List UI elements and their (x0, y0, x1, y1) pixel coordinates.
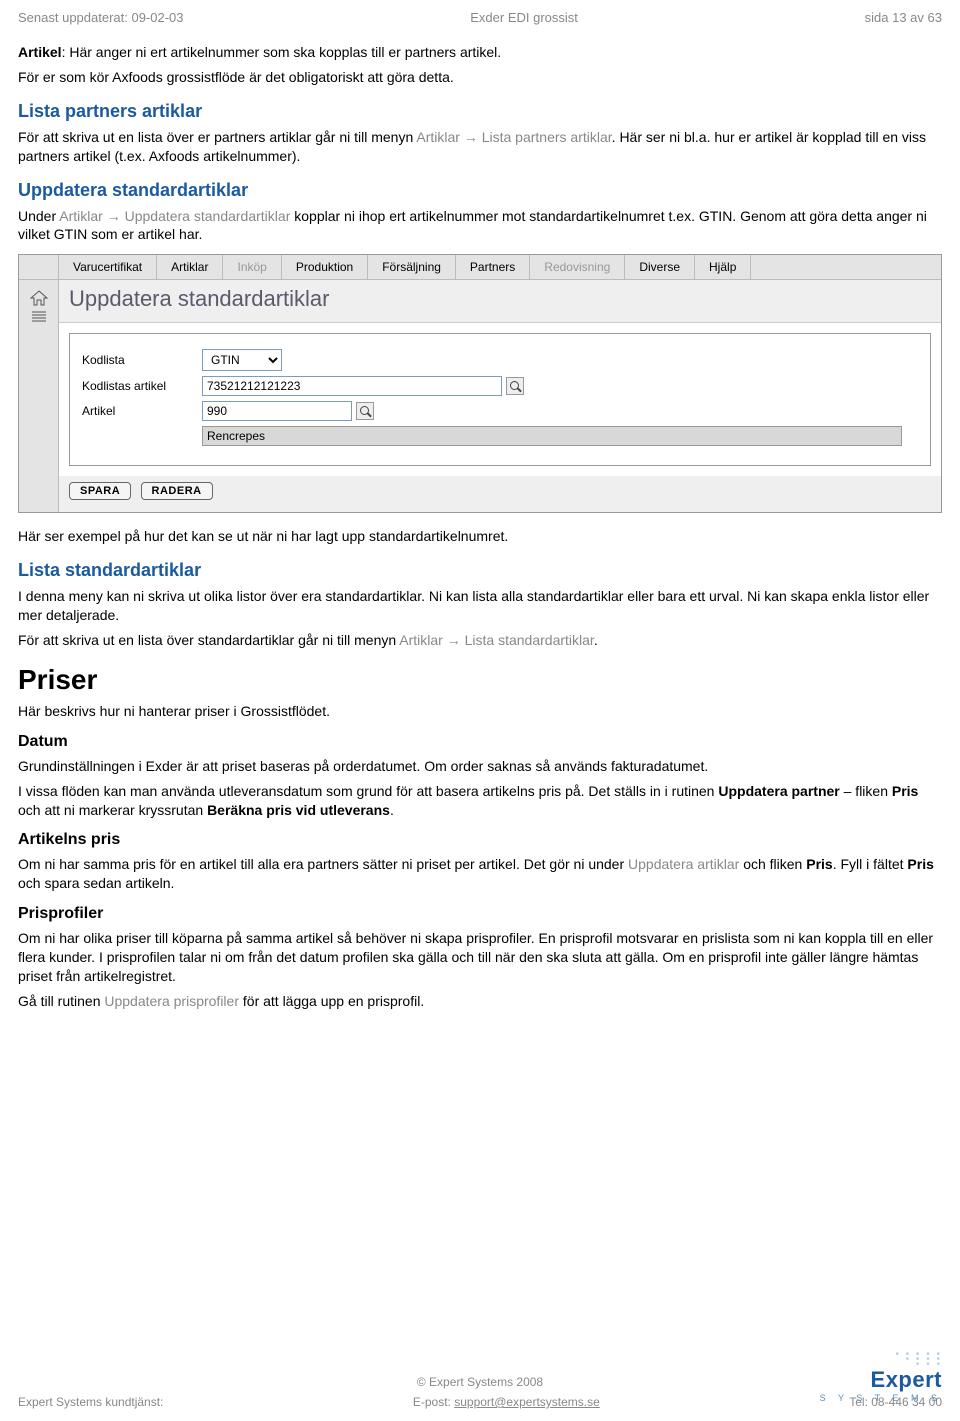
intro-artikel: Artikel: Här anger ni ert artikelnummer … (18, 43, 942, 62)
tab-produktion[interactable]: Produktion (282, 255, 368, 279)
ls-after: . (594, 632, 598, 648)
heading-priser: Priser (18, 664, 942, 696)
footer-left: Expert Systems kundtjänst: (18, 1395, 163, 1409)
pp-b: för att lägga upp en prisprofil. (239, 993, 424, 1009)
ls-menu1: Artiklar (399, 632, 443, 648)
search-icon[interactable] (356, 402, 374, 420)
search-icon[interactable] (506, 377, 524, 395)
header-updated: Senast uppdaterat: 09-02-03 (18, 10, 184, 25)
datum-p2: I vissa flöden kan man använda utleveran… (18, 782, 942, 820)
ls-menu2: Lista standardartiklar (465, 632, 594, 648)
d2a: I vissa flöden kan man använda utleveran… (18, 783, 718, 799)
label-artikel: Artikel (82, 404, 202, 418)
d2d: och att ni markerar kryssrutan (18, 802, 207, 818)
d2c: – fliken (840, 783, 892, 799)
heading-lista-std: Lista standardartiklar (18, 560, 942, 581)
label-kodlistas-artikel: Kodlistas artikel (82, 379, 202, 393)
tab-hjalp[interactable]: Hjälp (695, 255, 751, 279)
up-menu2: Uppdatera standardartiklar (125, 208, 291, 224)
input-artikel-name (202, 426, 902, 446)
intro-line2: För er som kör Axfoods grossistflöde är … (18, 68, 942, 87)
uppdatera-text: Under Artiklar → Uppdatera standardartik… (18, 207, 942, 245)
intro-artikel-text: : Här anger ni ert artikelnummer som ska… (62, 44, 502, 60)
input-artikel[interactable] (202, 401, 352, 421)
expert-logo: • • • • • • • • • • • • Expert S Y S T E… (820, 1352, 942, 1403)
artpris-p: Om ni har samma pris för en artikel till… (18, 855, 942, 893)
tab-artiklar[interactable]: Artiklar (157, 255, 223, 279)
page-footer: © Expert Systems 2008 Expert Systems kun… (18, 1375, 942, 1409)
up-menu1: Artiklar (59, 208, 103, 224)
app-sidebar (19, 280, 59, 512)
datum-p1: Grundinställningen i Exder är att priset… (18, 757, 942, 776)
heading-lista-partners: Lista partners artiklar (18, 101, 942, 122)
spara-button[interactable]: SPARA (69, 482, 131, 500)
button-bar: SPARA RADERA (59, 476, 941, 512)
menubar-spacer (19, 255, 59, 279)
footer-email-link[interactable]: support@expertsystems.se (454, 1395, 600, 1409)
logo-dots-icon: • • • • • • • • • • • • (820, 1352, 942, 1367)
prisprofiler-p1: Om ni har olika priser till köparna på s… (18, 929, 942, 986)
heading-uppdatera-std: Uppdatera standardartiklar (18, 180, 942, 201)
radera-button[interactable]: RADERA (141, 482, 213, 500)
ap-b: och fliken (739, 856, 806, 872)
page-header: Senast uppdaterat: 09-02-03 Exder EDI gr… (18, 10, 942, 25)
tab-varucertifikat[interactable]: Varucertifikat (59, 255, 157, 279)
ap-b1: Pris (806, 856, 832, 872)
ap-b2: Pris (907, 856, 933, 872)
after-img-text: Här ser exempel på hur det kan se ut när… (18, 527, 942, 546)
tab-diverse[interactable]: Diverse (625, 255, 695, 279)
lista-std-p1: I denna meny kan ni skriva ut olika list… (18, 587, 942, 625)
ap-d: och spara sedan artikeln. (18, 875, 174, 891)
pp-menu: Uppdatera prisprofiler (104, 993, 239, 1009)
label-kodlista: Kodlista (82, 353, 202, 367)
panel-title: Uppdatera standardartiklar (59, 280, 941, 323)
intro-artikel-label: Artikel (18, 44, 62, 60)
header-page: sida 13 av 63 (865, 10, 942, 25)
lp-menu2: Lista partners artiklar (482, 129, 612, 145)
app-menubar: Varucertifikat Artiklar Inköp Produktion… (19, 255, 941, 280)
logo-systems: S Y S T E M S (820, 1393, 942, 1403)
arrow-icon: → (443, 632, 465, 648)
tab-partners[interactable]: Partners (456, 255, 530, 279)
d2b3: Beräkna pris vid utleverans (207, 802, 390, 818)
ap-c: . Fyll i fältet (833, 856, 908, 872)
ls-before: För att skriva ut en lista över standard… (18, 632, 399, 648)
footer-copyright: © Expert Systems 2008 (18, 1375, 942, 1389)
list-icon[interactable] (30, 310, 48, 324)
d2b1: Uppdatera partner (718, 783, 839, 799)
up-before: Under (18, 208, 59, 224)
heading-artikelns-pris: Artikelns pris (18, 831, 942, 849)
priser-sub: Här beskrivs hur ni hanterar priser i Gr… (18, 702, 942, 721)
lp-before: För att skriva ut en lista över er partn… (18, 129, 416, 145)
heading-datum: Datum (18, 733, 942, 751)
tab-forsaljning[interactable]: Försäljning (368, 255, 456, 279)
tab-inkop: Inköp (223, 255, 281, 279)
pp-a: Gå till rutinen (18, 993, 104, 1009)
lista-std-p2: För att skriva ut en lista över standard… (18, 631, 942, 650)
footer-mid: E-post: support@expertsystems.se (413, 1395, 600, 1409)
d2b2: Pris (892, 783, 918, 799)
logo-name: Expert (820, 1367, 942, 1393)
lista-partners-text: För att skriva ut en lista över er partn… (18, 128, 942, 166)
prisprofiler-p2: Gå till rutinen Uppdatera prisprofiler f… (18, 992, 942, 1011)
header-title: Exder EDI grossist (470, 10, 578, 25)
home-icon[interactable] (30, 290, 48, 306)
arrow-icon: → (460, 129, 482, 145)
footer-mid-label: E-post: (413, 1395, 454, 1409)
lp-menu1: Artiklar (416, 129, 460, 145)
select-kodlista[interactable]: GTIN (202, 349, 282, 371)
ap-a: Om ni har samma pris för en artikel till… (18, 856, 628, 872)
ap-menu: Uppdatera artiklar (628, 856, 739, 872)
app-screenshot: Varucertifikat Artiklar Inköp Produktion… (18, 254, 942, 513)
arrow-icon: → (103, 208, 125, 224)
d2e: . (390, 802, 394, 818)
heading-prisprofiler: Prisprofiler (18, 905, 942, 923)
tab-redovisning: Redovisning (530, 255, 625, 279)
input-kodlistas-artikel[interactable] (202, 376, 502, 396)
form-area: Kodlista GTIN Kodlistas artikel Artikel (69, 333, 931, 466)
